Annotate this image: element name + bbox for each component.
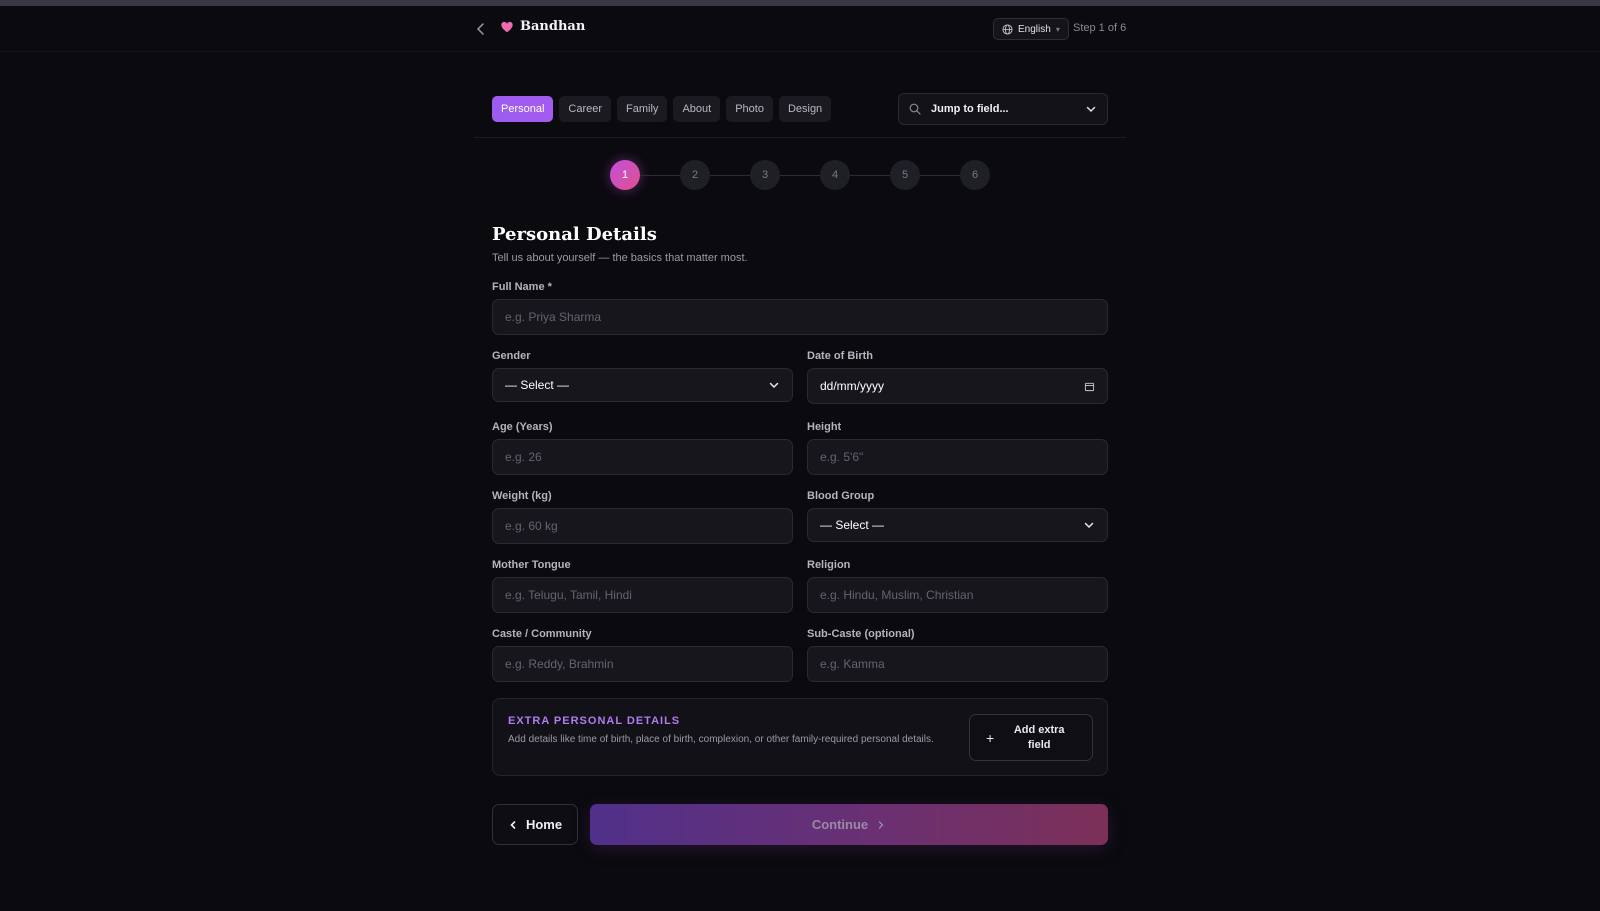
- dob-field[interactable]: dd/mm/yyyy: [807, 368, 1108, 404]
- globe-icon: [1002, 23, 1013, 35]
- tab-design[interactable]: Design: [778, 96, 832, 122]
- caste-label: Caste / Community: [492, 628, 592, 640]
- dob-value: dd/mm/yyyy: [820, 379, 885, 393]
- tab-personal[interactable]: Personal: [492, 96, 554, 122]
- add-extra-field-button[interactable]: + Add extra field: [969, 714, 1093, 761]
- gender-select[interactable]: — Select —: [492, 368, 793, 402]
- full-name-label: Full Name *: [492, 281, 552, 293]
- sub-caste-input[interactable]: [820, 657, 1095, 671]
- language-select[interactable]: English ▾: [993, 18, 1069, 40]
- step-5[interactable]: 5: [890, 160, 920, 190]
- step-connector: [710, 174, 750, 176]
- page-title: Personal Details: [492, 224, 657, 245]
- sub-caste-label: Sub-Caste (optional): [807, 628, 915, 640]
- mother-tongue-label: Mother Tongue: [492, 559, 571, 571]
- gender-label: Gender: [492, 350, 531, 362]
- brand[interactable]: Bandhan: [500, 19, 585, 34]
- religion-field[interactable]: [807, 577, 1108, 613]
- plus-icon: +: [986, 729, 995, 746]
- weight-field[interactable]: [492, 508, 793, 544]
- religion-label: Religion: [807, 559, 851, 571]
- sub-caste-field[interactable]: [807, 646, 1108, 682]
- extra-details-card: EXTRA PERSONAL DETAILS Add details like …: [492, 698, 1108, 776]
- jump-to-field-select[interactable]: Jump to field...: [898, 93, 1108, 125]
- add-extra-field-label: Add extra field: [1013, 723, 1065, 751]
- age-input[interactable]: [505, 450, 780, 464]
- chevron-right-icon: [878, 820, 884, 829]
- age-field[interactable]: [492, 439, 793, 475]
- step-connector: [850, 174, 890, 176]
- blood-group-select[interactable]: — Select —: [807, 508, 1108, 542]
- step-4[interactable]: 4: [820, 160, 850, 190]
- tab-photo[interactable]: Photo: [726, 96, 773, 122]
- step-connector: [640, 174, 680, 176]
- tab-career[interactable]: Career: [559, 96, 612, 122]
- home-label: Home: [525, 817, 563, 832]
- step-connector: [920, 174, 960, 176]
- page-subtitle: Tell us about yourself — the basics that…: [492, 252, 748, 264]
- full-name-input[interactable]: [505, 310, 1095, 324]
- calendar-icon[interactable]: [1084, 381, 1095, 392]
- step-3[interactable]: 3: [750, 160, 780, 190]
- step-1[interactable]: 1: [610, 160, 640, 190]
- continue-button[interactable]: Continue: [590, 804, 1108, 845]
- chevron-down-icon: [1086, 106, 1096, 113]
- weight-input[interactable]: [505, 519, 780, 533]
- back-chevron-icon[interactable]: [472, 20, 490, 38]
- section-tabs: Personal Career Family About Photo Desig…: [492, 96, 832, 122]
- mother-tongue-input[interactable]: [505, 588, 780, 602]
- heart-icon: [501, 21, 513, 32]
- tab-about[interactable]: About: [673, 96, 721, 122]
- step-connector: [780, 174, 820, 176]
- extra-details-title: EXTRA PERSONAL DETAILS: [508, 715, 681, 727]
- caste-input[interactable]: [505, 657, 780, 671]
- age-label: Age (Years): [492, 421, 553, 433]
- step-2[interactable]: 2: [680, 160, 710, 190]
- chevron-down-icon: [1084, 522, 1094, 529]
- jump-label: Jump to field...: [931, 103, 1009, 115]
- full-name-field[interactable]: [492, 299, 1108, 335]
- caste-field[interactable]: [492, 646, 793, 682]
- height-field[interactable]: [807, 439, 1108, 475]
- religion-input[interactable]: [820, 588, 1095, 602]
- brand-name: Bandhan: [520, 19, 586, 34]
- search-icon: [909, 103, 921, 115]
- mother-tongue-field[interactable]: [492, 577, 793, 613]
- chevron-down-icon: [769, 382, 779, 389]
- blood-group-value: — Select —: [820, 518, 885, 532]
- chevron-left-icon: [510, 820, 516, 829]
- home-button[interactable]: Home: [492, 804, 578, 845]
- app-header: Bandhan English ▾ Step 1 of 6: [0, 6, 1600, 52]
- continue-label: Continue: [811, 817, 869, 832]
- chevron-down-icon: ▾: [1055, 24, 1060, 34]
- language-label: English: [1018, 23, 1051, 35]
- step-indicator: Step 1 of 6: [1073, 22, 1127, 34]
- tabs-divider: [474, 137, 1126, 138]
- tab-family[interactable]: Family: [617, 96, 668, 122]
- gender-value: — Select —: [505, 378, 570, 392]
- height-label: Height: [807, 421, 842, 433]
- step-6[interactable]: 6: [960, 160, 990, 190]
- blood-group-label: Blood Group: [807, 490, 875, 502]
- extra-details-description: Add details like time of birth, place of…: [508, 734, 934, 745]
- dob-label: Date of Birth: [807, 350, 873, 362]
- height-input[interactable]: [820, 450, 1095, 464]
- progress-stepper: 1 2 3 4 5 6: [610, 160, 990, 190]
- weight-label: Weight (kg): [492, 490, 552, 502]
